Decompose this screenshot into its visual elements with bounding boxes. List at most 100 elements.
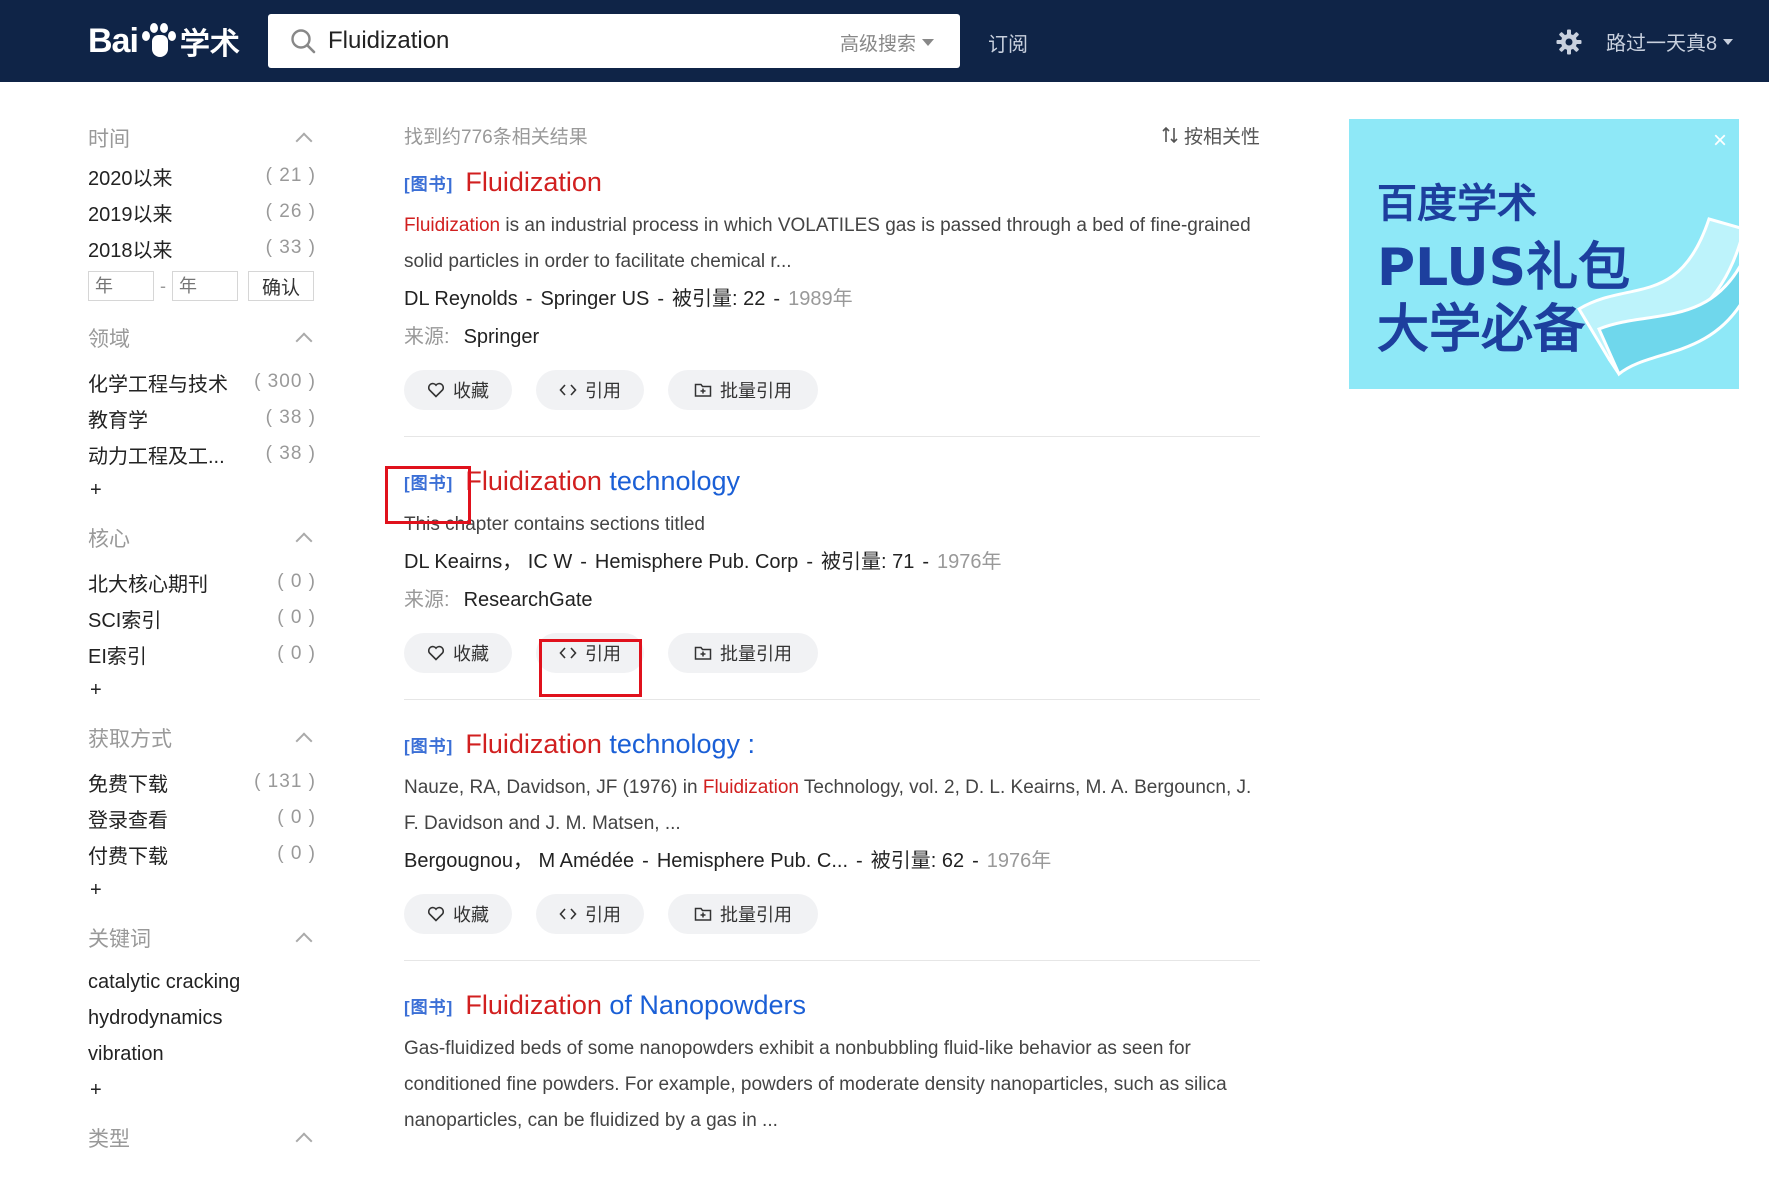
filter-item[interactable]: 2020以来 ( 21 )	[88, 158, 316, 194]
user-menu[interactable]: 路过一天真8	[1606, 27, 1734, 56]
result-title-link[interactable]: Fluidization of Nanopowders	[465, 990, 806, 1021]
result-title-link[interactable]: Fluidization technology :	[465, 729, 755, 760]
filter-header-time[interactable]: 时间	[88, 118, 316, 158]
result-authors: Bergougnou， M Amédée - Hemisphere Pub. C..…	[404, 850, 1052, 872]
search-input[interactable]	[328, 22, 788, 60]
search-box: 高级搜索	[268, 14, 960, 68]
batch-cite-label: 批量引用	[720, 644, 792, 664]
cited-count[interactable]: 22	[743, 288, 765, 310]
filter-header-type[interactable]: 类型	[88, 1118, 316, 1158]
filter-item[interactable]: 付费下载 ( 0 )	[88, 836, 316, 872]
chevron-up-icon[interactable]	[295, 932, 313, 950]
filter-item[interactable]: 免费下载 ( 131 )	[88, 764, 316, 800]
expand-more-button[interactable]: +	[88, 1072, 316, 1108]
filter-count: ( 26 )	[265, 201, 316, 222]
chevron-up-icon[interactable]	[295, 732, 313, 750]
title-highlight: Fluidization	[465, 989, 602, 1020]
folder-plus-icon	[694, 646, 712, 660]
book-tag: [图书]	[404, 997, 454, 1017]
result-abstract: Gas-fluidized beds of some nanopowders e…	[404, 1038, 1227, 1131]
result-item: [图书] Fluidization technology This chapte…	[404, 457, 1260, 700]
code-icon	[559, 908, 577, 920]
favorite-button[interactable]: 收藏	[404, 633, 512, 673]
sort-icon	[1162, 126, 1178, 144]
expand-more-button[interactable]: +	[88, 672, 316, 708]
source-link[interactable]: Springer	[464, 326, 540, 348]
filter-item[interactable]: 2019以来 ( 26 )	[88, 194, 316, 230]
expand-more-button[interactable]: +	[88, 872, 316, 908]
author-link[interactable]: DL Keairns，	[404, 551, 522, 573]
result-title-link[interactable]: Fluidization technology	[465, 466, 740, 497]
filter-item[interactable]: 化学工程与技术 ( 300 )	[88, 364, 316, 400]
baidu-scholar-logo[interactable]: Bai 学术	[88, 16, 240, 66]
paw-icon	[140, 23, 176, 59]
year-to-input[interactable]	[172, 271, 238, 301]
filter-item[interactable]: 教育学 ( 38 )	[88, 400, 316, 436]
year: 1976年	[937, 551, 1002, 573]
advanced-search-dropdown[interactable]: 高级搜索	[840, 29, 934, 56]
gear-icon[interactable]	[1556, 29, 1582, 55]
filter-item[interactable]: 2018以来 ( 33 )	[88, 230, 316, 266]
result-item: [图书] Fluidization of Nanopowders Gas-flu…	[404, 981, 1260, 1165]
filter-header-core[interactable]: 核心	[88, 518, 316, 558]
keyword-item[interactable]: catalytic cracking	[88, 964, 316, 1000]
batch-cite-button[interactable]: 批量引用	[668, 894, 818, 934]
chevron-up-icon[interactable]	[295, 1132, 313, 1150]
chevron-up-icon[interactable]	[295, 332, 313, 350]
chevron-up-icon[interactable]	[295, 532, 313, 550]
cite-button[interactable]: 引用	[536, 370, 644, 410]
filter-label: 2018以来	[88, 239, 173, 262]
filter-item[interactable]: 北大核心期刊 ( 0 )	[88, 564, 316, 600]
filter-item[interactable]: 动力工程及工... ( 38 )	[88, 436, 316, 472]
publisher[interactable]: Springer US	[540, 288, 649, 310]
author-link[interactable]: Bergougnou，	[404, 850, 533, 872]
cite-button[interactable]: 引用	[536, 894, 644, 934]
result-actions: 收藏 引用 批量引用	[404, 633, 1260, 673]
publisher[interactable]: Hemisphere Pub. C...	[657, 850, 848, 872]
heart-icon	[427, 645, 445, 661]
confirm-button[interactable]: 确认	[248, 271, 314, 301]
title-rest: of Nanopowders	[601, 989, 807, 1020]
cited-count[interactable]: 62	[942, 850, 964, 872]
favorite-button[interactable]: 收藏	[404, 894, 512, 934]
year-from-input[interactable]	[88, 271, 154, 301]
search-icon[interactable]	[290, 28, 316, 54]
publisher[interactable]: Hemisphere Pub. Corp	[595, 551, 798, 573]
keyword-item[interactable]: vibration	[88, 1036, 316, 1072]
chevron-up-icon[interactable]	[295, 132, 313, 150]
result-title-link[interactable]: Fluidization	[465, 167, 602, 198]
filter-title: 类型	[88, 1128, 130, 1151]
author-link[interactable]: IC W	[528, 551, 572, 573]
title-rest: technology	[601, 465, 741, 496]
author-link[interactable]: M Amédée	[539, 850, 635, 872]
filter-group-type: 类型	[88, 1118, 316, 1158]
filter-item[interactable]: SCI索引 ( 0 )	[88, 600, 316, 636]
cited-count[interactable]: 71	[892, 551, 914, 573]
filter-count: ( 38 )	[265, 407, 316, 428]
expand-more-button[interactable]: +	[88, 472, 316, 508]
sort-toggle[interactable]: 按相关性	[1162, 122, 1260, 149]
subscribe-link[interactable]: 订阅	[988, 28, 1028, 57]
filter-header-keywords[interactable]: 关键词	[88, 918, 316, 958]
source-link[interactable]: ResearchGate	[464, 589, 593, 611]
filter-header-access[interactable]: 获取方式	[88, 718, 316, 758]
folder-plus-icon	[694, 383, 712, 397]
ad-line-3: 大学必备	[1377, 300, 1586, 360]
chevron-down-icon	[922, 39, 934, 46]
batch-cite-button[interactable]: 批量引用	[668, 633, 818, 673]
filter-item[interactable]: 登录查看 ( 0 )	[88, 800, 316, 836]
ad-banner[interactable]: × 百度学术 PLUS礼包 大学必备	[1349, 119, 1739, 389]
results-list: 找到约776条相关结果 按相关性 [图书] Fluidization Fluid…	[404, 118, 1260, 1185]
keyword-item[interactable]: hydrodynamics	[88, 1000, 316, 1036]
favorite-button[interactable]: 收藏	[404, 370, 512, 410]
filter-item[interactable]: EI索引 ( 0 )	[88, 636, 316, 672]
close-icon[interactable]: ×	[1713, 127, 1727, 155]
author-link[interactable]: DL Reynolds	[404, 288, 518, 310]
cited-label: 被引量:	[870, 850, 937, 872]
filter-title: 关键词	[88, 928, 151, 951]
filter-header-field[interactable]: 领域	[88, 318, 316, 358]
batch-cite-button[interactable]: 批量引用	[668, 370, 818, 410]
result-abstract: This chapter contains sections titled	[404, 514, 705, 535]
result-source: 来源: ResearchGate	[404, 581, 1260, 619]
filter-label: 登录查看	[88, 809, 168, 832]
